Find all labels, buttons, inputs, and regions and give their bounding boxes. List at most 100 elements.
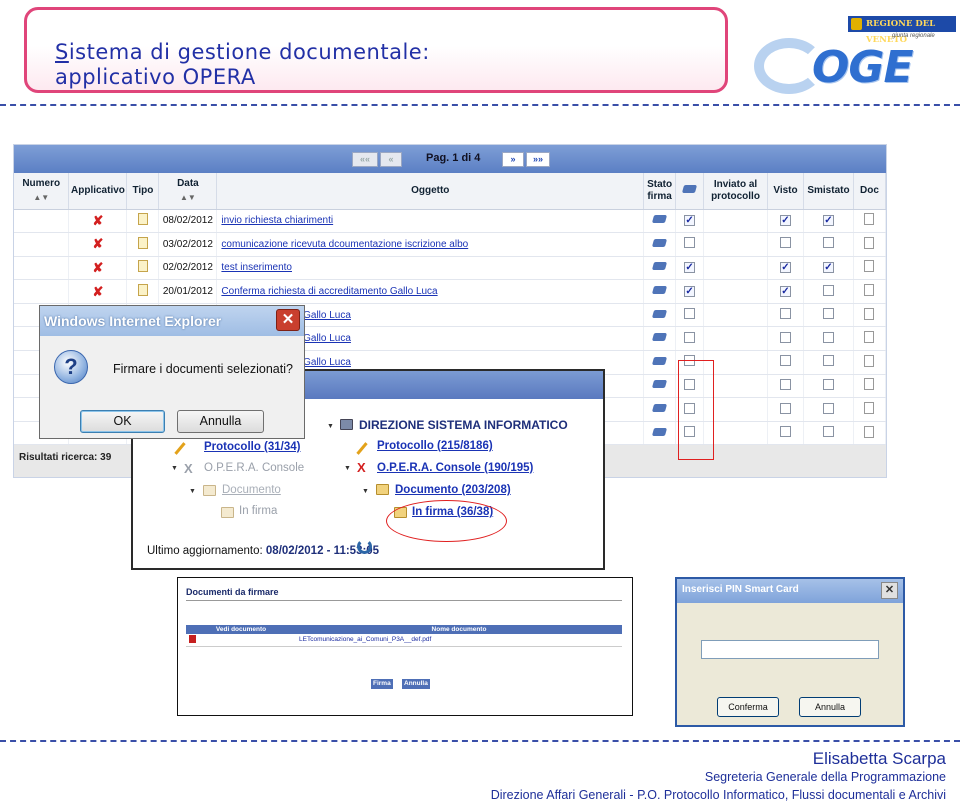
checkbox[interactable] xyxy=(684,237,696,249)
checkbox[interactable] xyxy=(822,402,834,414)
confirm-button[interactable]: Conferma xyxy=(717,697,779,717)
document-icon[interactable] xyxy=(864,284,875,297)
doc-cell[interactable] xyxy=(853,350,887,375)
view-document-cell[interactable] xyxy=(186,634,296,647)
close-icon[interactable]: ✕ xyxy=(276,309,300,331)
pager-first-button[interactable]: «« xyxy=(352,152,378,167)
smistato-checkbox[interactable] xyxy=(803,350,854,375)
doc-cell[interactable] xyxy=(853,279,887,304)
select-checkbox[interactable]: ✓ xyxy=(675,256,705,281)
col-applicativo[interactable]: Applicativo xyxy=(68,173,128,210)
annulla-button[interactable]: Annulla xyxy=(402,679,430,689)
doc-cell[interactable] xyxy=(853,374,887,399)
visto-checkbox[interactable]: ✓ xyxy=(767,209,804,234)
document-icon[interactable] xyxy=(864,402,875,415)
col-visto[interactable]: Visto xyxy=(767,173,804,210)
tree-direzione[interactable]: DIREZIONE SISTEMA INFORMATICO xyxy=(359,418,568,432)
subject-link[interactable]: comunicazione ricevuta dcoumentazione is… xyxy=(216,232,645,257)
pager-prev-button[interactable]: « xyxy=(380,152,402,167)
doc-cell[interactable] xyxy=(853,232,887,257)
visto-checkbox[interactable] xyxy=(767,303,804,328)
refresh-icon[interactable] xyxy=(357,539,372,554)
doc-cell[interactable] xyxy=(853,421,887,446)
subject-link[interactable]: invio richiesta chiarimenti xyxy=(216,209,645,234)
subject-link[interactable]: Conferma richiesta di accreditamento Gal… xyxy=(216,279,645,304)
subject-link[interactable]: test inserimento xyxy=(216,256,645,281)
col-oggetto[interactable]: Oggetto xyxy=(216,173,645,210)
visto-checkbox[interactable]: ✓ xyxy=(767,279,804,304)
checkbox[interactable]: ✓ xyxy=(684,286,696,298)
checkbox[interactable]: ✓ xyxy=(779,262,791,274)
collapse-icon[interactable]: ▼ xyxy=(189,488,196,495)
document-icon[interactable] xyxy=(864,331,875,344)
smistato-checkbox[interactable] xyxy=(803,374,854,399)
collapse-icon[interactable]: ▼ xyxy=(327,423,334,430)
checkbox[interactable] xyxy=(779,355,791,367)
smistato-checkbox[interactable]: ✓ xyxy=(803,256,854,281)
pager-last-button[interactable]: »» xyxy=(526,152,550,167)
pager-next-button[interactable]: » xyxy=(502,152,524,167)
col-tipo[interactable]: Tipo xyxy=(126,173,160,210)
document-icon[interactable] xyxy=(864,354,875,367)
select-checkbox[interactable] xyxy=(675,303,705,328)
select-checkbox[interactable]: ✓ xyxy=(675,279,705,304)
cancel-button[interactable]: Annulla xyxy=(177,410,264,433)
checkbox[interactable]: ✓ xyxy=(822,215,834,227)
checkbox[interactable] xyxy=(822,378,834,390)
tree-protocollo-right[interactable]: Protocollo (215/8186) xyxy=(377,440,493,452)
visto-checkbox[interactable] xyxy=(767,397,804,422)
checkbox[interactable] xyxy=(822,426,834,438)
col-inviato[interactable]: Inviato al protocollo xyxy=(703,173,768,210)
tree-in-firma-left[interactable]: In firma xyxy=(239,505,277,517)
checkbox[interactable] xyxy=(822,355,834,367)
tree-console-right[interactable]: O.P.E.R.A. Console (190/195) xyxy=(377,462,533,474)
col-smistato[interactable]: Smistato xyxy=(803,173,854,210)
document-icon[interactable] xyxy=(864,213,875,226)
smistato-checkbox[interactable] xyxy=(803,303,854,328)
doc-cell[interactable] xyxy=(853,256,887,281)
collapse-icon[interactable]: ▼ xyxy=(362,488,369,495)
col-doc[interactable]: Doc xyxy=(853,173,887,210)
document-icon[interactable] xyxy=(864,307,875,320)
checkbox[interactable] xyxy=(779,402,791,414)
col-stato-firma[interactable]: Stato firma xyxy=(643,173,677,210)
smistato-checkbox[interactable] xyxy=(803,232,854,257)
smistato-checkbox[interactable] xyxy=(803,279,854,304)
smistato-checkbox[interactable] xyxy=(803,397,854,422)
select-checkbox[interactable] xyxy=(675,232,705,257)
doc-cell[interactable] xyxy=(853,397,887,422)
checkbox[interactable] xyxy=(822,331,834,343)
checkbox[interactable] xyxy=(684,308,696,320)
smistato-checkbox[interactable] xyxy=(803,421,854,446)
checkbox[interactable] xyxy=(779,426,791,438)
tree-documento-left[interactable]: Documento xyxy=(222,484,281,496)
pdf-icon[interactable] xyxy=(189,634,196,643)
checkbox[interactable]: ✓ xyxy=(779,286,791,298)
smistato-checkbox[interactable] xyxy=(803,326,854,352)
checkbox[interactable] xyxy=(822,237,834,249)
collapse-icon[interactable]: ▼ xyxy=(344,465,351,472)
tree-console-left[interactable]: O.P.E.R.A. Console xyxy=(204,462,304,474)
collapse-icon[interactable]: ▼ xyxy=(171,465,178,472)
doc-cell[interactable] xyxy=(853,209,887,234)
checkbox[interactable] xyxy=(684,331,696,343)
doc-cell[interactable] xyxy=(853,326,887,352)
visto-checkbox[interactable] xyxy=(767,374,804,399)
checkbox[interactable] xyxy=(822,308,834,320)
checkbox[interactable] xyxy=(779,331,791,343)
document-icon[interactable] xyxy=(864,260,875,273)
visto-checkbox[interactable] xyxy=(767,326,804,352)
checkbox[interactable] xyxy=(779,308,791,320)
col-select[interactable] xyxy=(675,173,705,210)
cancel-button[interactable]: Annulla xyxy=(799,697,861,717)
checkbox[interactable]: ✓ xyxy=(779,215,791,227)
visto-checkbox[interactable] xyxy=(767,421,804,446)
visto-checkbox[interactable] xyxy=(767,350,804,375)
col-data[interactable]: Data ▲▼ xyxy=(158,173,218,210)
checkbox[interactable] xyxy=(779,237,791,249)
checkbox[interactable] xyxy=(822,284,834,296)
select-checkbox[interactable] xyxy=(675,326,705,352)
tree-protocollo-left[interactable]: Protocollo (31/34) xyxy=(204,441,301,453)
ok-button[interactable]: OK xyxy=(80,410,165,433)
doc-cell[interactable] xyxy=(853,303,887,328)
